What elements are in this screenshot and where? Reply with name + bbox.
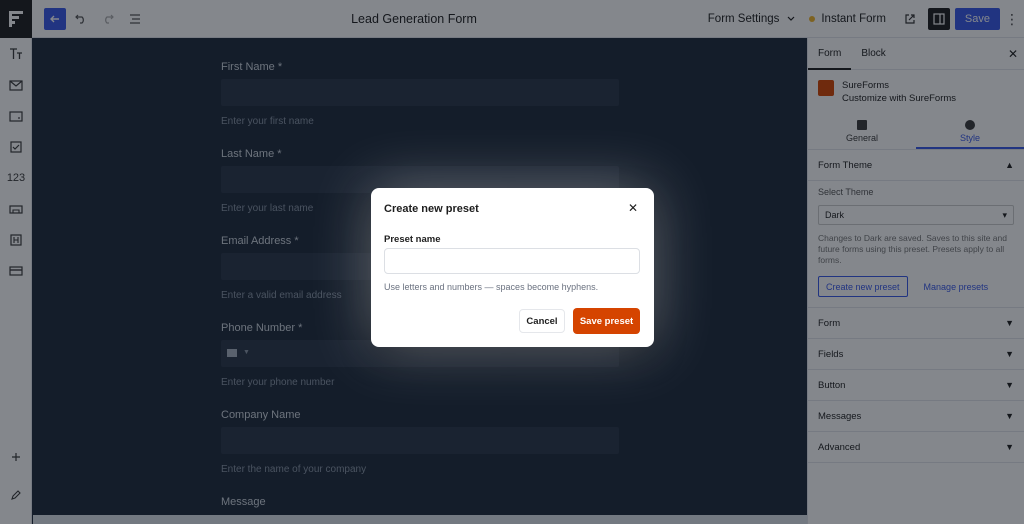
preset-name-label: Preset name — [384, 234, 441, 245]
cancel-button[interactable]: Cancel — [519, 309, 565, 333]
create-preset-dialog: Create new preset ✕ Preset name Use lett… — [371, 188, 654, 347]
preset-name-hint: Use letters and numbers — spaces become … — [384, 282, 599, 292]
dialog-title: Create new preset — [384, 203, 479, 215]
preset-name-input[interactable] — [384, 248, 640, 274]
save-preset-button[interactable]: Save preset — [573, 308, 640, 334]
close-icon[interactable]: ✕ — [628, 201, 638, 215]
